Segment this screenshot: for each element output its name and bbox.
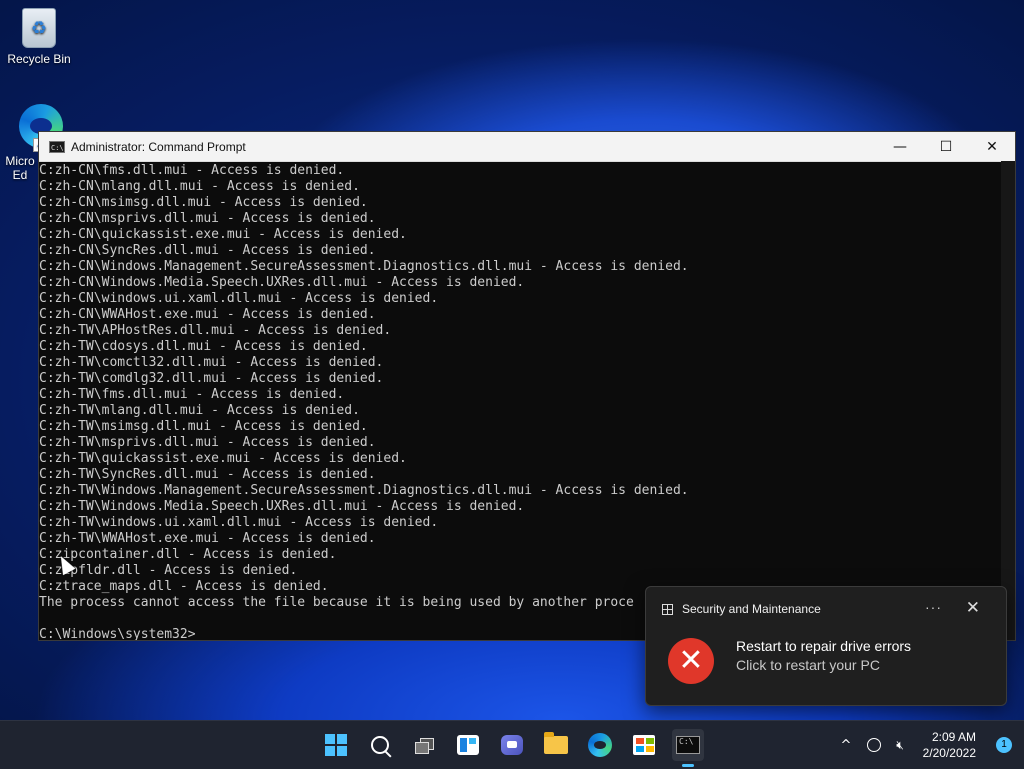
chevron-up-icon: ^ <box>840 737 852 753</box>
toast-title: Restart to repair drive errors <box>736 638 912 654</box>
console-line: C:zh-TW\comdlg32.dll.mui - Access is den… <box>39 371 384 386</box>
console-output[interactable]: C:zh-CN\fms.dll.mui - Access is denied. C… <box>39 161 1001 640</box>
edge-taskbar-icon <box>588 733 612 757</box>
console-line: C:zh-TW\WWAHost.exe.mui - Access is deni… <box>39 531 376 546</box>
running-indicator <box>682 764 694 767</box>
console-line: C:zh-TW\comctl32.dll.mui - Access is den… <box>39 355 384 370</box>
console-line: C:zh-TW\Windows.Media.Speech.UXRes.dll.m… <box>39 499 525 514</box>
notification-badge[interactable]: 1 <box>996 737 1012 753</box>
clock-time: 2:09 AM <box>931 730 976 744</box>
console-line: C:zh-TW\msimsg.dll.mui - Access is denie… <box>39 419 368 434</box>
console-line: C:zh-TW\SyncRes.dll.mui - Access is deni… <box>39 467 376 482</box>
toast-header: Security and Maintenance ··· ✕ <box>662 598 994 618</box>
console-line: C:zh-TW\APHostRes.dll.mui - Access is de… <box>39 323 392 338</box>
console-line: C:zh-CN\Windows.Media.Speech.UXRes.dll.m… <box>39 275 525 290</box>
console-line: C:zh-CN\WWAHost.exe.mui - Access is deni… <box>39 307 376 322</box>
windows-logo-icon <box>325 734 347 756</box>
clock-date: 2/20/2022 <box>922 746 976 760</box>
more-options-icon[interactable]: ··· <box>925 599 942 615</box>
console-line: C:zh-TW\fms.dll.mui - Access is denied. <box>39 387 345 402</box>
console-line: C:zh-TW\msprivs.dll.mui - Access is deni… <box>39 435 376 450</box>
console-line: C:zh-TW\cdosys.dll.mui - Access is denie… <box>39 339 368 354</box>
taskbar: C:\ ^ 🔇︎ 2:09 AM 2/20/2022 1 <box>0 720 1024 769</box>
widgets-icon <box>457 735 479 755</box>
security-maintenance-icon <box>662 603 673 615</box>
chat-button[interactable] <box>496 729 528 761</box>
close-button[interactable]: ✕ <box>969 132 1015 161</box>
vertical-scrollbar[interactable] <box>1001 161 1015 640</box>
console-line: C:zipcontainer.dll - Access is denied. <box>39 547 337 562</box>
console-line: C:zh-CN\SyncRes.dll.mui - Access is deni… <box>39 243 376 258</box>
command-prompt-icon: C:\ <box>49 140 65 153</box>
folder-icon <box>544 732 568 754</box>
volume-muted-icon: 🔇︎ <box>896 737 904 752</box>
console-line: C:zh-CN\windows.ui.xaml.dll.mui - Access… <box>39 291 439 306</box>
console-line: C:zh-CN\fms.dll.mui - Access is denied. <box>39 163 345 178</box>
console-line: C:zh-CN\quickassist.exe.mui - Access is … <box>39 227 407 242</box>
start-button[interactable] <box>320 729 352 761</box>
window-title: Administrator: Command Prompt <box>71 139 246 154</box>
network-button[interactable] <box>864 721 884 769</box>
chat-icon <box>501 735 523 755</box>
toast-app-name: Security and Maintenance <box>682 602 821 616</box>
edge-taskbar-button[interactable] <box>584 729 616 761</box>
toast-notification[interactable]: Security and Maintenance ··· ✕ ✕ Restart… <box>645 586 1007 706</box>
search-icon <box>371 736 389 754</box>
window-controls: — ☐ ✕ <box>877 132 1015 161</box>
console-line: C:zh-CN\msprivs.dll.mui - Access is deni… <box>39 211 376 226</box>
task-view-icon <box>415 738 434 754</box>
recycle-bin-label: Recycle Bin <box>7 52 71 66</box>
console-line: C:zh-CN\msimsg.dll.mui - Access is denie… <box>39 195 368 210</box>
console-line: C:zh-TW\windows.ui.xaml.dll.mui - Access… <box>39 515 439 530</box>
edge-label: Micro Ed <box>5 154 35 182</box>
minimize-button[interactable]: — <box>877 132 923 161</box>
error-icon: ✕ <box>668 638 714 684</box>
desktop-icon-recycle-bin[interactable]: Recycle Bin <box>0 8 78 66</box>
show-hidden-icons-button[interactable]: ^ <box>836 721 856 769</box>
maximize-button[interactable]: ☐ <box>923 132 969 161</box>
console-line: C:zh-TW\quickassist.exe.mui - Access is … <box>39 451 407 466</box>
command-prompt-window[interactable]: C:\ Administrator: Command Prompt — ☐ ✕ … <box>38 131 1016 641</box>
search-button[interactable] <box>364 729 396 761</box>
window-titlebar[interactable]: C:\ Administrator: Command Prompt — ☐ ✕ <box>39 132 1015 162</box>
clock[interactable]: 2:09 AM 2/20/2022 <box>906 729 976 761</box>
recycle-bin-icon <box>19 8 59 48</box>
store-button[interactable] <box>628 729 660 761</box>
command-prompt-taskbar-icon: C:\ <box>676 736 700 754</box>
store-icon <box>633 735 655 755</box>
toast-body: Click to restart your PC <box>736 657 880 673</box>
console-line: C:zh-CN\Windows.Management.SecureAssessm… <box>39 259 689 274</box>
console-line: C:zipfldr.dll - Access is denied. <box>39 563 298 578</box>
console-line: C:zh-TW\mlang.dll.mui - Access is denied… <box>39 403 360 418</box>
toast-close-button[interactable]: ✕ <box>966 598 980 618</box>
command-prompt-taskbar-button[interactable]: C:\ <box>672 729 704 767</box>
console-line: C:zh-TW\Windows.Management.SecureAssessm… <box>39 483 689 498</box>
globe-icon <box>867 738 881 752</box>
widgets-button[interactable] <box>452 729 484 761</box>
console-line: C:zh-CN\mlang.dll.mui - Access is denied… <box>39 179 360 194</box>
file-explorer-button[interactable] <box>540 729 572 761</box>
task-view-button[interactable] <box>408 729 440 761</box>
